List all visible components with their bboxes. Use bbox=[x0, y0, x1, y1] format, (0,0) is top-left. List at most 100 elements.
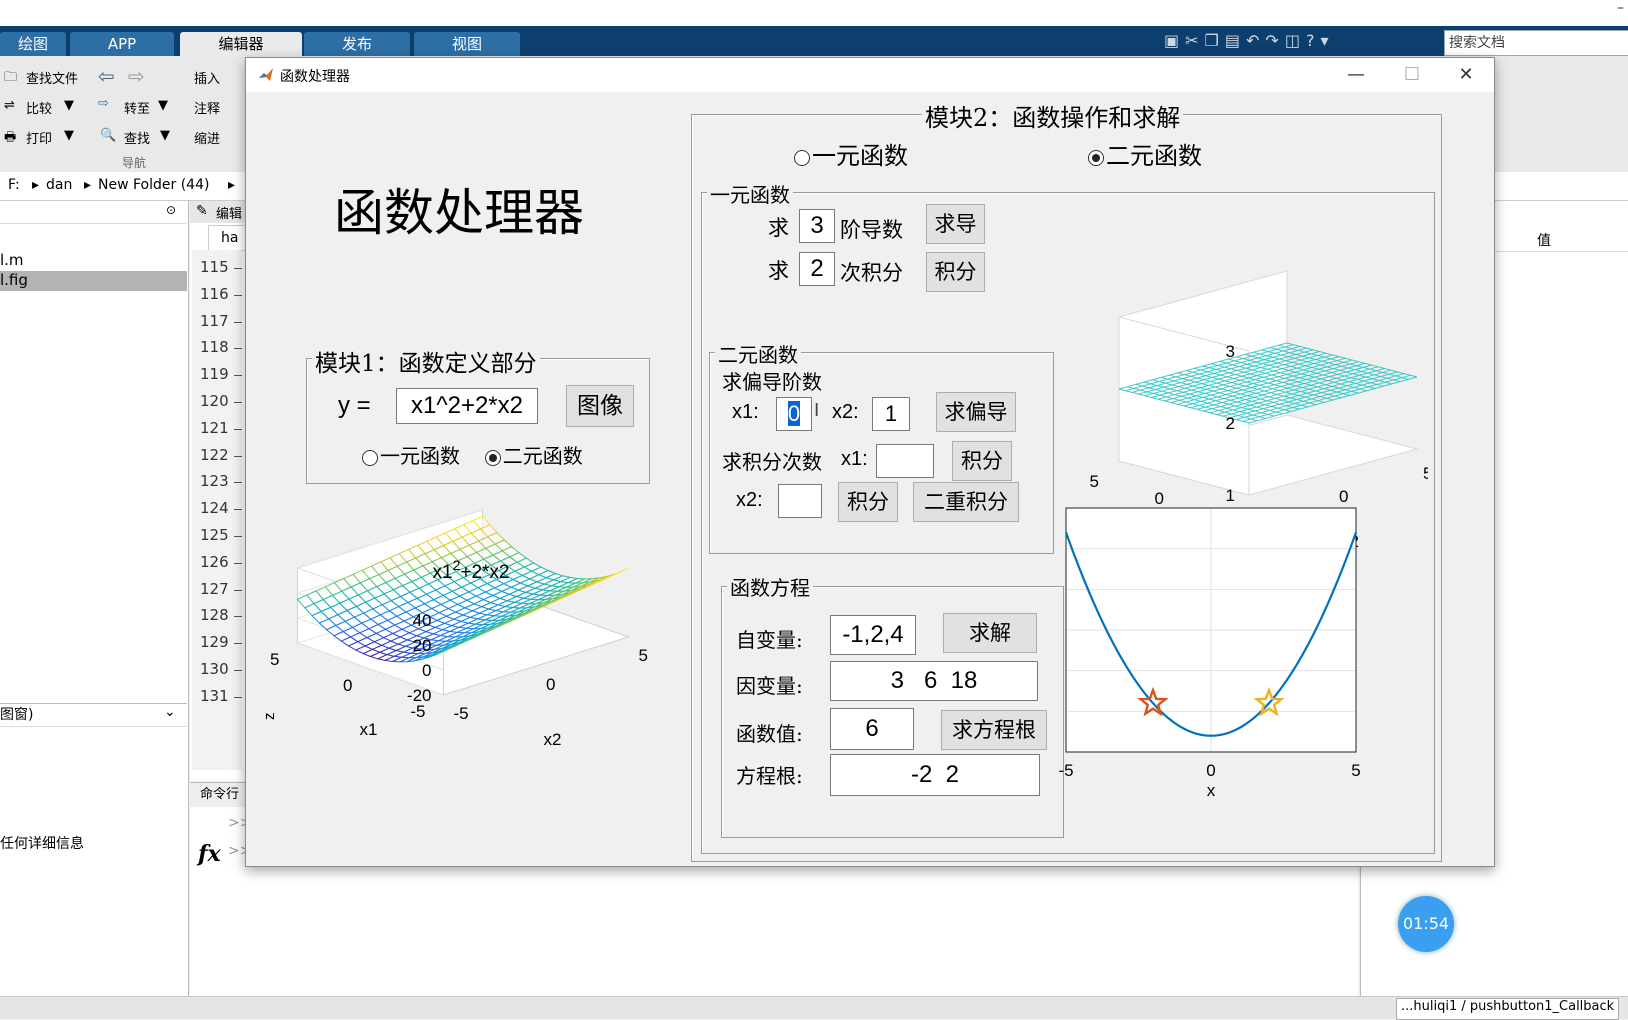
chevron-down-icon[interactable]: ▼ bbox=[64, 98, 74, 113]
copy-icon[interactable]: ❐ bbox=[1205, 31, 1225, 50]
minimize-icon[interactable]: – bbox=[1617, 0, 1624, 16]
integral-x2-button[interactable]: 积分 bbox=[838, 482, 898, 522]
function-value-input[interactable]: 6 bbox=[830, 708, 914, 750]
module2-radio-unary[interactable]: 一元函数 bbox=[794, 136, 908, 171]
module2-title: 模块2：函数操作和求解 bbox=[922, 98, 1184, 133]
file-item-selected[interactable]: l.fig bbox=[0, 271, 187, 291]
chevron-down-icon[interactable]: ▾ bbox=[1320, 31, 1334, 50]
find-roots-button[interactable]: 求方程根 bbox=[941, 710, 1047, 750]
partial-order-label: 求偏导阶数 bbox=[722, 370, 822, 394]
tab-apps[interactable]: APP bbox=[70, 32, 174, 56]
radio-binary[interactable] bbox=[484, 449, 501, 466]
compare-button[interactable]: 比较 bbox=[26, 98, 52, 117]
partial-derivative-button[interactable]: 求偏导 bbox=[936, 392, 1016, 432]
independent-var-input[interactable]: -1,2,4 bbox=[830, 615, 916, 655]
radio-binary-label[interactable]: 二元函数 bbox=[503, 444, 583, 468]
module2-radio-binary[interactable]: 二元函数 bbox=[1088, 136, 1202, 171]
z-tick-label: 0 bbox=[422, 661, 431, 680]
integral-x1-button[interactable]: 积分 bbox=[952, 441, 1012, 481]
derivative-button[interactable]: 求导 bbox=[926, 204, 985, 244]
chevron-right-icon: ▸ bbox=[84, 177, 92, 193]
path-segment[interactable]: F: bbox=[8, 177, 20, 193]
partial-x1-label: x1: bbox=[732, 401, 759, 423]
save-icon[interactable]: ▣ bbox=[1164, 31, 1185, 50]
surface-plot-main[interactable]: 40200-2050-5-505x1x2zx12+2*x2 bbox=[266, 488, 666, 858]
find-button[interactable]: 查找 bbox=[124, 128, 150, 147]
tab-editor[interactable]: 编辑器 bbox=[180, 32, 302, 56]
switch-window-icon[interactable]: ◫ bbox=[1285, 31, 1306, 50]
redo-icon[interactable]: ↷ bbox=[1265, 31, 1284, 50]
integral-times-input[interactable]: 2 bbox=[799, 252, 835, 286]
quick-access-toolbar[interactable]: ▣✂❐▤↶↷◫?▾ bbox=[1164, 31, 1440, 53]
undo-icon[interactable]: ↶ bbox=[1246, 31, 1265, 50]
magnifier-icon: 🔍 bbox=[100, 128, 117, 143]
editor-title: 编辑 bbox=[216, 207, 243, 222]
help-icon[interactable]: ? bbox=[1306, 31, 1321, 50]
goto-button[interactable]: 转至 bbox=[124, 98, 150, 117]
indent-button[interactable]: 缩进 bbox=[194, 128, 220, 147]
line-number: 129 bbox=[200, 633, 229, 652]
search-docs-input[interactable]: 搜索文档 bbox=[1444, 30, 1628, 56]
tab-plots[interactable]: 绘图 bbox=[0, 32, 66, 56]
maximize-button[interactable]: ☐ bbox=[1384, 58, 1440, 92]
panel-menu-icon[interactable]: ⊙ bbox=[166, 203, 176, 217]
nav-group-label: 导航 bbox=[122, 156, 147, 170]
chevron-down-icon[interactable]: ⌄ bbox=[164, 704, 176, 720]
paste-icon[interactable]: ▤ bbox=[1225, 31, 1246, 50]
details-text: 任何详细信息 bbox=[0, 836, 84, 852]
line-number: 130 bbox=[200, 660, 229, 678]
print-button[interactable]: 打印 bbox=[26, 128, 52, 147]
forward-arrow-icon[interactable]: ⇨ bbox=[128, 64, 145, 88]
double-integral-button[interactable]: 二重积分 bbox=[913, 482, 1019, 522]
partial-x2-input[interactable]: 1 bbox=[872, 397, 910, 431]
radio-binary-label[interactable]: 二元函数 bbox=[1106, 142, 1202, 170]
details-dropdown[interactable]: 图窗) ⌄ bbox=[0, 703, 187, 727]
line-number: 117 bbox=[200, 311, 229, 330]
radio-unary-label[interactable]: 一元函数 bbox=[812, 142, 908, 170]
insert-button[interactable]: 插入 bbox=[194, 68, 220, 87]
integral-x1-input[interactable] bbox=[876, 444, 934, 478]
file-item[interactable]: l.m bbox=[0, 251, 187, 271]
chevron-down-icon[interactable]: ▼ bbox=[64, 128, 74, 143]
y-equals-label: y = bbox=[338, 392, 371, 419]
path-segment[interactable]: New Folder (44) bbox=[98, 177, 209, 193]
mesh-line bbox=[1270, 347, 1401, 383]
derivative-order-input[interactable]: 3 bbox=[799, 209, 835, 243]
close-button[interactable]: ✕ bbox=[1438, 58, 1494, 92]
radio-unary[interactable] bbox=[362, 449, 378, 466]
integral-x2-input[interactable] bbox=[778, 484, 822, 518]
line-plot-equation[interactable]: 051015202530-505x bbox=[1058, 500, 1428, 808]
z-tick-label: 3 bbox=[1226, 342, 1235, 361]
line-number: 126 bbox=[200, 552, 229, 571]
find-files-button[interactable]: 查找文件 bbox=[26, 68, 78, 87]
line-number: 121 bbox=[200, 418, 229, 437]
line-number: 120 bbox=[200, 392, 229, 410]
line-number: 122 bbox=[200, 445, 229, 464]
path-segment[interactable]: dan bbox=[46, 177, 72, 193]
cut-icon[interactable]: ✂ bbox=[1185, 31, 1204, 50]
partial-x1-input[interactable]: 0 bbox=[776, 397, 812, 431]
tab-publish[interactable]: 发布 bbox=[304, 32, 410, 56]
status-function-indicator: ...huliqi1 / pushbutton1_Callback bbox=[1396, 998, 1620, 1020]
back-arrow-icon[interactable]: ⇦ bbox=[98, 64, 115, 88]
line-marker bbox=[234, 375, 242, 377]
minimize-button[interactable]: — bbox=[1328, 58, 1384, 92]
line-marker bbox=[234, 348, 242, 350]
comment-button[interactable]: 注释 bbox=[194, 98, 220, 117]
matlab-logo-icon bbox=[259, 68, 273, 81]
solve-button[interactable]: 求解 bbox=[943, 613, 1037, 653]
chevron-down-icon[interactable]: ▼ bbox=[160, 128, 170, 143]
chevron-down-icon[interactable]: ▼ bbox=[158, 98, 168, 113]
recording-timer: 01:54 bbox=[1398, 896, 1454, 952]
tab-view[interactable]: 视图 bbox=[414, 32, 520, 56]
line-marker bbox=[234, 455, 242, 457]
radio-binary[interactable] bbox=[1088, 149, 1104, 166]
line-number: 123 bbox=[200, 472, 229, 491]
radio-unary[interactable] bbox=[794, 149, 810, 166]
integral-button[interactable]: 积分 bbox=[926, 252, 985, 292]
dependent-var-label: 因变量: bbox=[736, 674, 803, 698]
plot-button[interactable]: 图像 bbox=[566, 385, 634, 427]
expression-input[interactable]: x1^2+2*x2 bbox=[396, 388, 538, 424]
radio-unary-label[interactable]: 一元函数 bbox=[380, 444, 460, 468]
z-tick-label: 20 bbox=[413, 636, 432, 655]
